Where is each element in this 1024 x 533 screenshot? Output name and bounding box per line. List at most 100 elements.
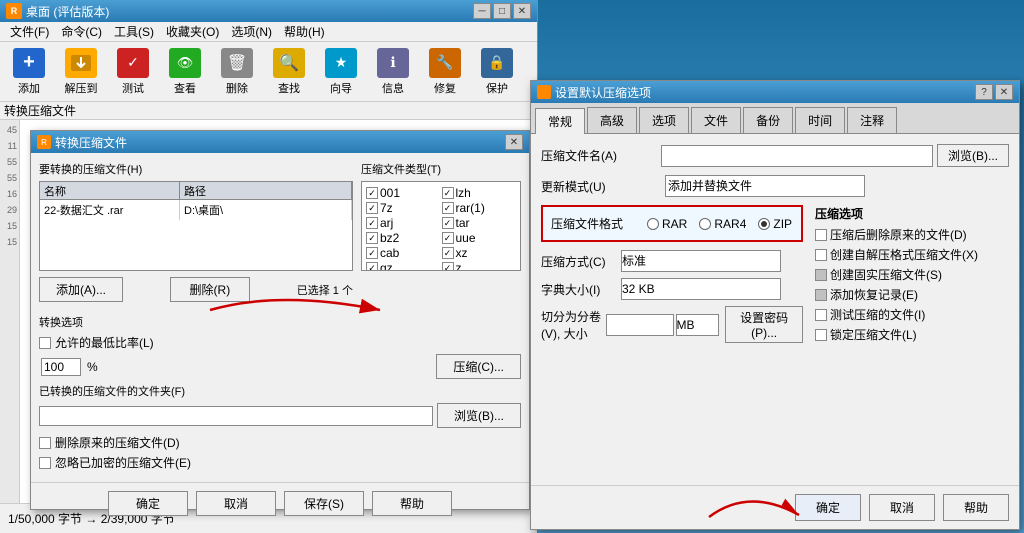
format-radio-group: RAR RAR4 ZIP [647,217,792,231]
toolbar: + 添加 解压到 ✓ 测试 👁 查看 🗑 删除 🔍 [0,42,537,102]
compress-method-select[interactable]: 标准 [621,250,781,272]
compress-method-row: 压缩方式(C) 标准 [541,250,803,272]
add-icon: + [13,48,45,78]
view-button[interactable]: 👁 查看 [160,45,210,99]
fmt-uue: uue [442,231,517,245]
solid-cb[interactable] [815,269,827,281]
settings-ok-btn[interactable]: 确定 [795,494,861,521]
format-rar[interactable]: RAR [647,217,687,231]
menu-favorites[interactable]: 收藏夹(O) [160,22,225,42]
split-row: 切分为分卷(V), 大小 MB 设置密码(P)... [541,306,803,343]
option-sfx: 创建自解压格式压缩文件(X) [815,246,1009,263]
file-path: D:\桌面\ [180,200,352,220]
option-delete-original: 压缩后删除原来的文件(D) [815,226,1009,243]
delete-files-button[interactable]: 删除(R) [170,277,250,302]
format-rar4[interactable]: RAR4 [699,217,746,231]
delete-button[interactable]: 🗑 删除 [212,45,262,99]
minimize-button[interactable]: ─ [473,3,491,19]
two-col-section: 压缩文件格式 RAR RAR4 [541,205,1009,349]
rar-radio[interactable] [647,218,659,230]
convert-dialog-footer: 确定 取消 保存(S) 帮助 [31,482,529,524]
app-icon: R [6,3,22,19]
source-label: 要转换的压缩文件(H) [39,161,353,177]
split-input[interactable] [606,314,674,336]
option-test: 测试压缩的文件(I) [815,306,1009,323]
archive-browse-btn[interactable]: 浏览(B)... [937,144,1009,167]
tab-general[interactable]: 常规 [535,108,585,134]
settings-help-btn[interactable]: 帮助 [943,494,1009,521]
folder-input[interactable] [39,406,433,426]
wizard-button[interactable]: ★ 向导 [316,45,366,99]
settings-close-button[interactable]: ✕ [995,84,1013,100]
menu-tools[interactable]: 工具(S) [108,22,160,42]
info-button[interactable]: ℹ 信息 [368,45,418,99]
fmt-cab: cab [366,246,441,260]
col-name: 名称 [40,182,180,199]
compress-btn[interactable]: 压缩(C)... [436,354,521,379]
min-ratio-checkbox[interactable] [39,337,51,349]
protect-icon: 🔒 [481,48,513,78]
menu-options[interactable]: 选项(N) [225,22,278,42]
delete-original-cb[interactable] [815,229,827,241]
tab-backup[interactable]: 备份 [743,107,793,133]
min-ratio-row: 允许的最低比率(L) [39,334,521,351]
settings-cancel-btn[interactable]: 取消 [869,494,935,521]
settings-dialog: 设置默认压缩选项 ? ✕ 常规 高级 选项 文件 备份 时间 注释 压缩文件名(… [530,80,1020,530]
tab-comment[interactable]: 注释 [847,107,897,133]
add-files-button[interactable]: 添加(A)... [39,277,123,302]
settings-help-button[interactable]: ? [975,84,993,100]
close-button[interactable]: ✕ [513,3,531,19]
menu-command[interactable]: 命令(C) [55,22,108,42]
repair-button[interactable]: 🔧 修复 [420,45,470,99]
convert-dialog-content: 要转换的压缩文件(H) 名称 路径 22-数据汇文 .rar D:\桌面\ 添加… [31,153,529,482]
folder-browse-btn[interactable]: 浏览(B)... [437,403,521,428]
file-name: 22-数据汇文 .rar [40,200,180,220]
test-cb[interactable] [815,309,827,321]
lock-cb[interactable] [815,329,827,341]
delete-original-checkbox[interactable] [39,437,51,449]
format-title: 压缩文件格式 [551,215,623,232]
tab-files[interactable]: 文件 [691,107,741,133]
folder-input-row: 浏览(B)... [39,403,521,428]
recovery-cb[interactable] [815,289,827,301]
convert-ok-btn[interactable]: 确定 [108,491,188,516]
settings-tabs: 常规 高级 选项 文件 备份 时间 注释 [531,103,1019,134]
tab-advanced[interactable]: 高级 [587,107,637,133]
convert-cancel-btn[interactable]: 取消 [196,491,276,516]
menu-help[interactable]: 帮助(H) [278,22,331,42]
update-mode-select[interactable]: 添加并替换文件 [665,175,865,197]
zip-radio[interactable] [758,218,770,230]
convert-save-btn[interactable]: 保存(S) [284,491,364,516]
tab-time[interactable]: 时间 [795,107,845,133]
sfx-cb[interactable] [815,249,827,261]
tab-options[interactable]: 选项 [639,107,689,133]
convert-help-btn[interactable]: 帮助 [372,491,452,516]
split-unit[interactable]: MB [676,314,720,336]
ignore-encrypted-checkbox[interactable] [39,457,51,469]
settings-title-bar: 设置默认压缩选项 ? ✕ [531,81,1019,103]
rar4-radio[interactable] [699,218,711,230]
ratio-input[interactable] [41,358,81,376]
update-mode-label: 更新模式(U) [541,178,661,195]
archive-name-input[interactable] [661,145,933,167]
right-col: 压缩选项 压缩后删除原来的文件(D) 创建自解压格式压缩文件(X) 创建固实压缩… [815,205,1009,349]
maximize-button[interactable]: □ [493,3,511,19]
add-button[interactable]: + 添加 [4,45,54,99]
test-button[interactable]: ✓ 测试 [108,45,158,99]
delete-icon: 🗑 [221,48,253,78]
view-icon: 👁 [169,48,201,78]
fmt-gz: gz [366,261,441,271]
convert-dialog-close[interactable]: ✕ [505,134,523,150]
extract-button[interactable]: 解压到 [56,45,106,99]
table-buttons: 添加(A)... 删除(R) 已选择 1 个 [39,277,353,302]
row-numbers: 4511555516291515 [0,122,19,250]
compress-options-title: 压缩选项 [815,205,1009,222]
output-folder-label: 已转换的压缩文件的文件夹(F) [39,383,521,399]
protect-button[interactable]: 🔒 保护 [472,45,522,99]
set-password-btn[interactable]: 设置密码(P)... [725,306,803,343]
find-button[interactable]: 🔍 查找 [264,45,314,99]
dict-row: 字典大小(I) 32 KB [541,278,803,300]
menu-file[interactable]: 文件(F) [4,22,55,42]
format-zip[interactable]: ZIP [758,217,792,231]
dict-select[interactable]: 32 KB [621,278,781,300]
